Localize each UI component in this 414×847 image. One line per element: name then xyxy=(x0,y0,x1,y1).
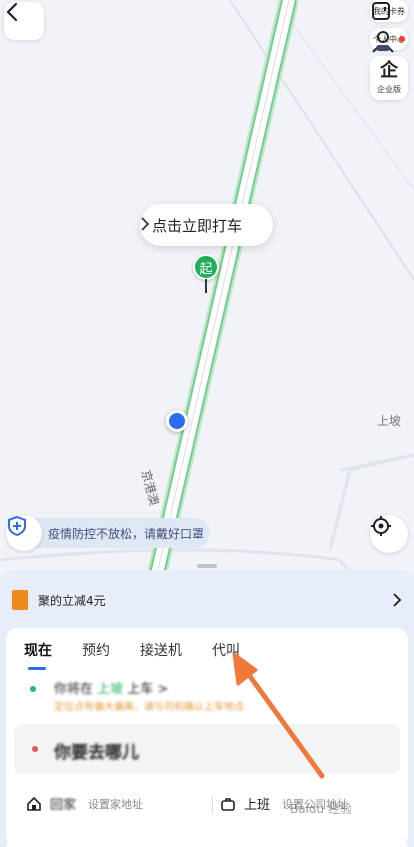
locate-button[interactable] xyxy=(370,515,408,553)
map-roads xyxy=(0,0,414,600)
safety-button[interactable] xyxy=(6,515,42,551)
home-icon xyxy=(27,796,41,811)
coupon-button[interactable]: 我的卡券 xyxy=(370,0,408,22)
promo-banner[interactable]: 聚的立减4元 xyxy=(0,584,414,616)
briefcase-icon xyxy=(221,797,235,811)
side-tools: 我的卡券 个人中心 企 企业版 xyxy=(370,0,408,106)
home-hint: 设置家地址 xyxy=(88,797,144,811)
tab-proxy-call[interactable]: 代叫 xyxy=(212,640,240,668)
notification-dot xyxy=(399,36,405,42)
safety-notice-text: 疫情防控不放松，请戴好口罩 xyxy=(48,526,205,541)
tab-reserve[interactable]: 预约 xyxy=(82,640,110,668)
callout-text: 点击立即打车 xyxy=(152,216,243,235)
back-arrow-icon xyxy=(6,2,18,22)
call-car-callout[interactable]: 点击立即打车 xyxy=(140,204,273,246)
home-shortcut[interactable]: 回家 设置家地址 xyxy=(26,794,143,813)
coupon-icon xyxy=(372,2,390,20)
pickup-text: 你将在 上坡 上车 > xyxy=(54,682,169,697)
pickup-hint: 定位点有偏大偏离，请与司机确认上车地点 xyxy=(54,702,244,713)
next-card-edge xyxy=(6,836,408,847)
tab-airport[interactable]: 接送机 xyxy=(140,640,182,668)
home-label: 回家 xyxy=(50,798,77,813)
promo-tag-icon xyxy=(12,590,28,610)
destination-placeholder: 你要去哪儿 xyxy=(54,743,139,763)
drag-handle[interactable] xyxy=(197,564,217,568)
work-label: 上班 xyxy=(244,798,271,813)
enterprise-label: 企业版 xyxy=(377,85,401,94)
promo-text: 聚的立减4元 xyxy=(38,593,106,608)
current-location-marker xyxy=(166,410,188,432)
place-label: 上坡 xyxy=(377,414,402,428)
pickup-dot xyxy=(30,686,36,692)
chevron-right-icon xyxy=(393,593,402,607)
destination-dot xyxy=(32,746,38,752)
enterprise-button[interactable]: 企 企业版 xyxy=(370,56,408,100)
map-view[interactable]: 我的卡券 个人中心 企 企业版 点击立即打车 起 京港澳 上坡 疫情防控不放松，… xyxy=(0,0,414,600)
shortcut-divider xyxy=(212,796,213,814)
enterprise-icon: 企 xyxy=(380,60,398,81)
crosshair-icon xyxy=(371,516,391,536)
chevron-right-icon xyxy=(141,217,150,231)
start-marker-stem xyxy=(205,279,207,293)
destination-input[interactable]: 你要去哪儿 xyxy=(14,724,400,774)
back-button[interactable] xyxy=(4,2,44,40)
shield-icon xyxy=(8,515,26,537)
user-icon xyxy=(372,31,394,53)
safety-notice[interactable]: 疫情防控不放松，请戴好口罩 xyxy=(20,518,210,548)
tab-now[interactable]: 现在 xyxy=(24,640,52,670)
watermark: Baidu 经验 xyxy=(290,802,352,816)
ride-tabs: 现在 预约 接送机 代叫 xyxy=(24,640,270,670)
start-marker: 起 xyxy=(193,254,219,280)
user-center-button[interactable]: 个人中心 xyxy=(370,28,408,53)
